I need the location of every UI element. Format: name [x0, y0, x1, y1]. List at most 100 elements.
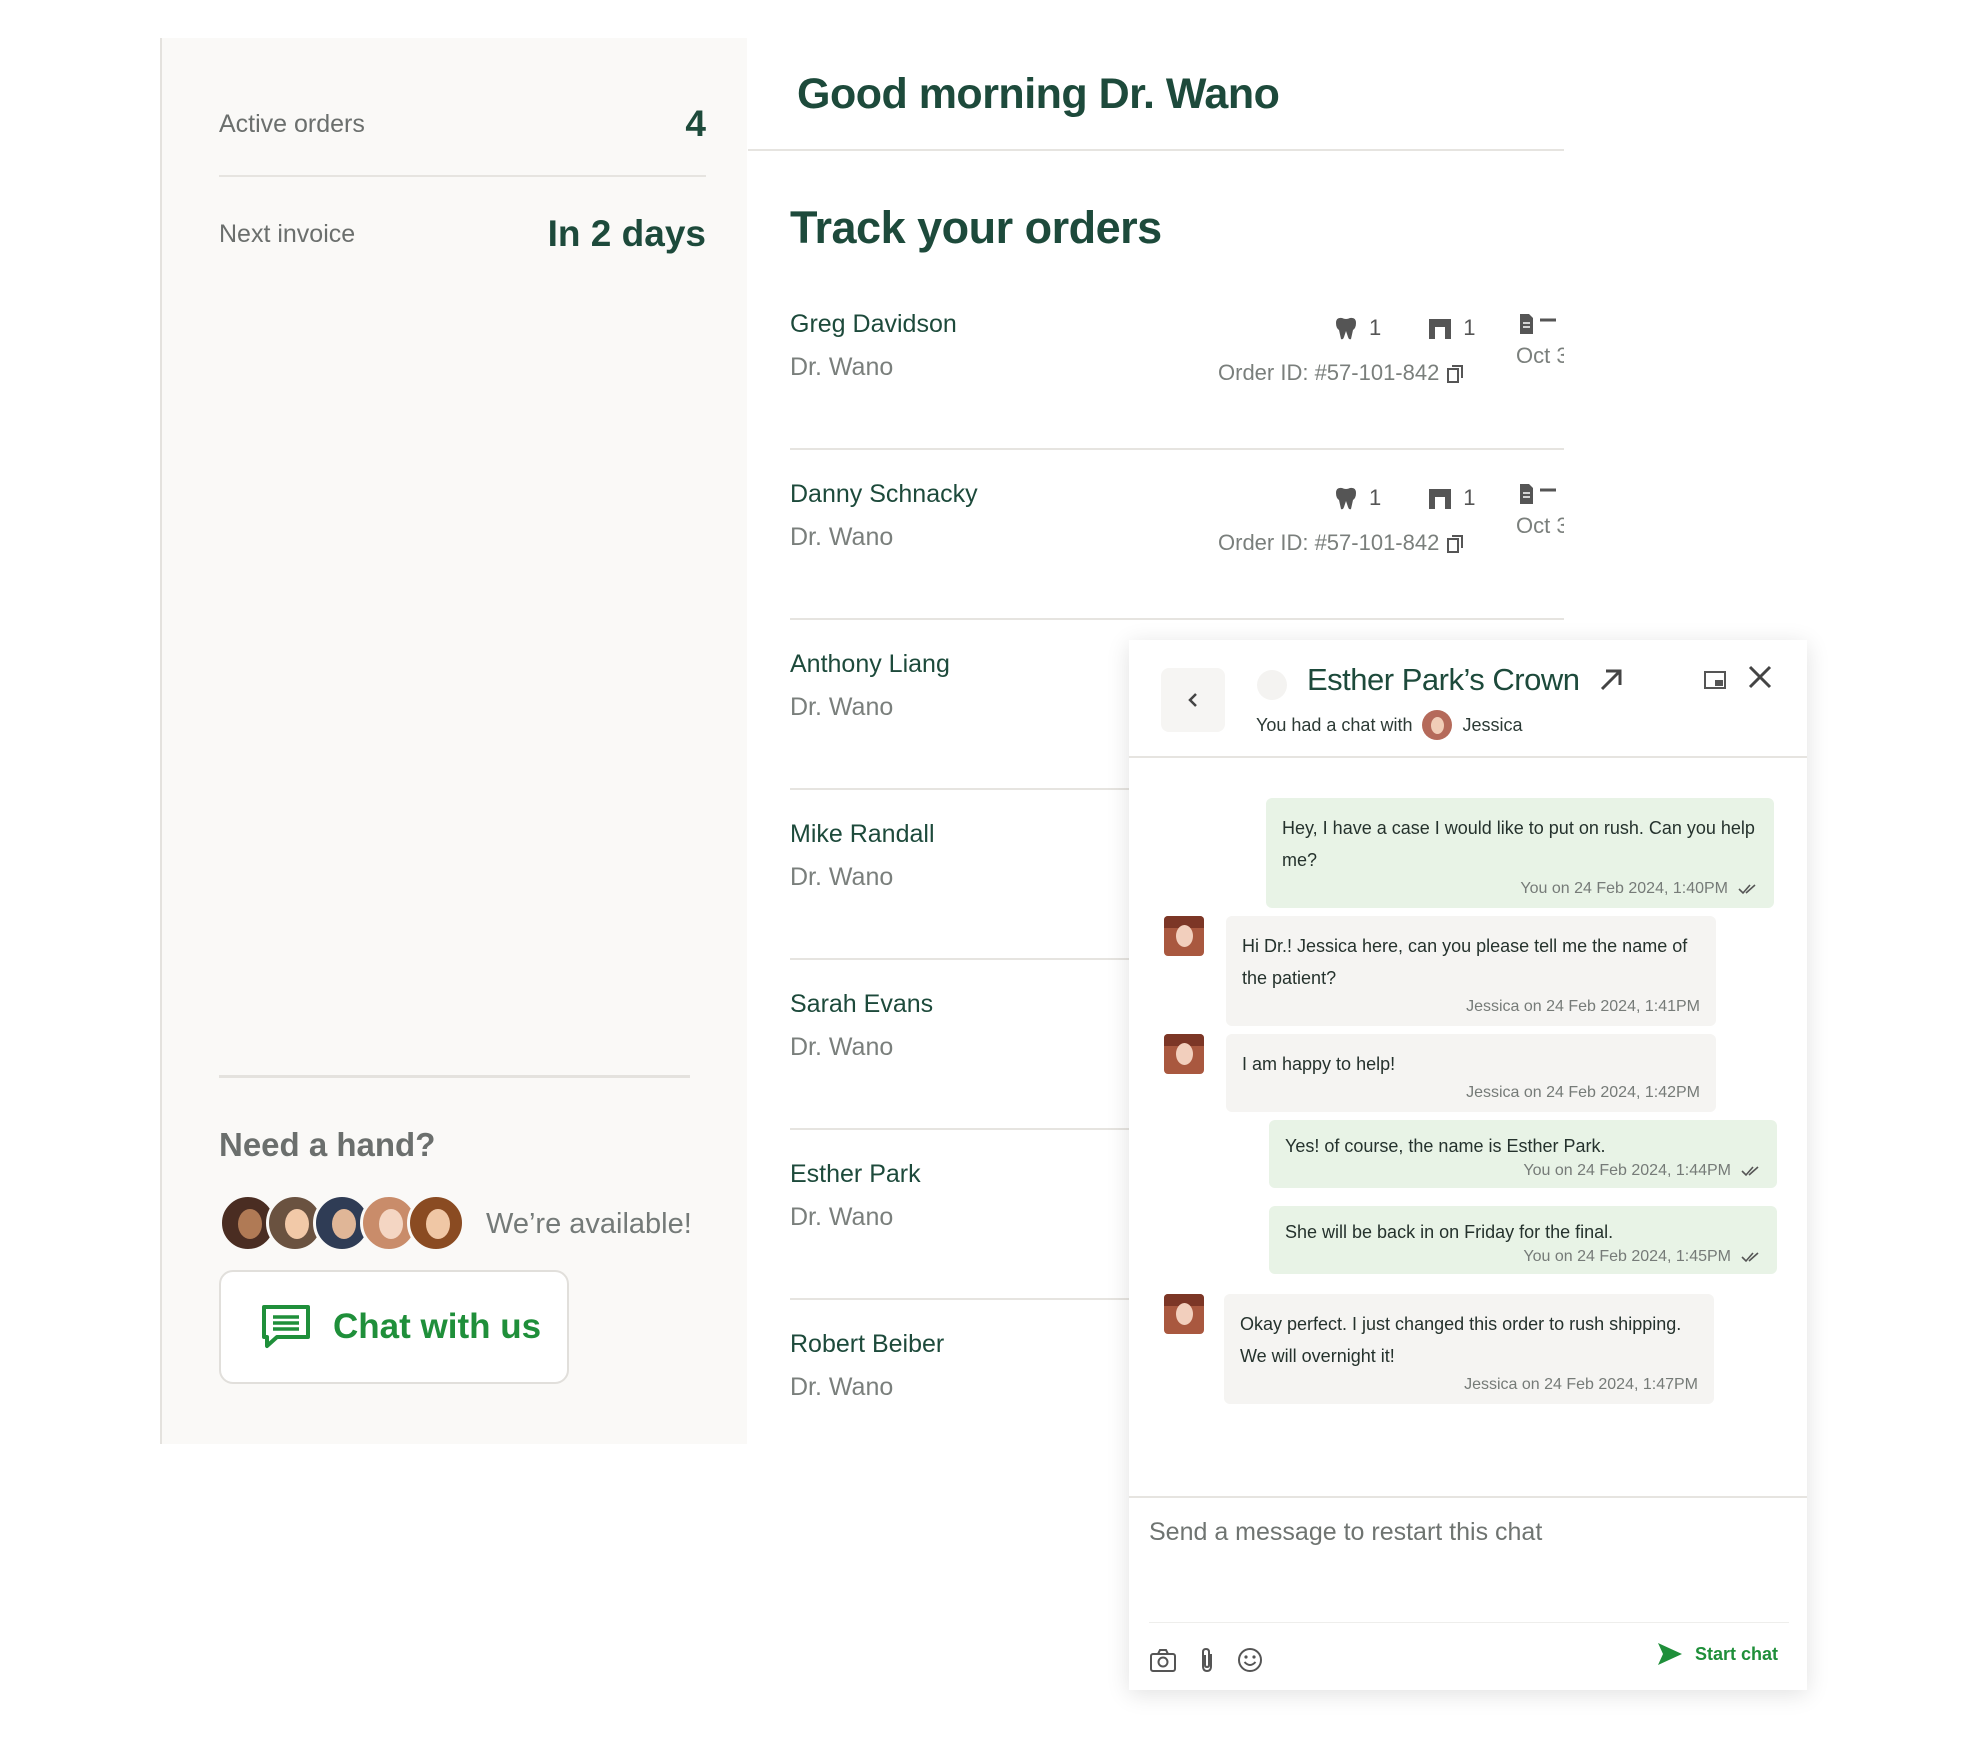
message-timestamp: You on 24 Feb 2024, 1:45PM [1285, 1248, 1761, 1266]
chat-subtitle: You had a chat with Jessica [1256, 710, 1523, 740]
agent-avatar [1164, 1034, 1204, 1074]
chevron-left-icon [1188, 693, 1197, 707]
start-chat-label: Start chat [1695, 1643, 1779, 1664]
order-doctor-name: Dr. Wano [790, 1033, 894, 1061]
chat-with-us-button[interactable]: Chat with us [219, 1270, 569, 1384]
message-text: Yes! of course, the name is Esther Park. [1285, 1136, 1606, 1156]
chat-with-us-label: Chat with us [333, 1307, 542, 1346]
message-composer: Start chat [1129, 1496, 1807, 1690]
chat-title: Esther Park’s Crown [1307, 662, 1580, 697]
order-doctor-name: Dr. Wano [790, 353, 894, 381]
message-timestamp: Jessica on 24 Feb 2024, 1:41PM [1466, 998, 1700, 1015]
read-receipt-icon [1741, 1252, 1759, 1262]
message-text: She will be back in on Friday for the fi… [1285, 1222, 1614, 1242]
bridge-icon [1429, 319, 1452, 339]
help-title: Need a hand? [219, 1126, 436, 1163]
active-orders-label: Active orders [219, 109, 365, 138]
agent-avatar [1422, 710, 1453, 740]
message-sent: Yes! of course, the name is Esther Park.… [1269, 1120, 1777, 1188]
bridge-count: 1 [1463, 315, 1476, 340]
order-patient-name: Esther Park [790, 1160, 921, 1188]
support-avatars [219, 1193, 465, 1253]
emoji-icon[interactable] [1236, 1646, 1264, 1674]
order-patient-name: Greg Davidson [790, 310, 957, 338]
message-stamp-text: You on 24 Feb 2024, 1:45PM [1523, 1248, 1731, 1265]
message-timestamp: Jessica on 24 Feb 2024, 1:42PM [1466, 1084, 1700, 1101]
tooth-icon [1336, 317, 1356, 340]
read-receipt-icon [1738, 884, 1756, 894]
message-stamp-text: You on 24 Feb 2024, 1:40PM [1520, 880, 1728, 897]
availability-text: We’re available! [486, 1208, 692, 1240]
back-button[interactable] [1161, 668, 1225, 732]
order-patient-name: Danny Schnacky [790, 480, 978, 508]
help-divider [219, 1075, 690, 1078]
close-icon[interactable] [1746, 663, 1774, 691]
order-date-text: Oct 3 [1516, 513, 1564, 538]
crown-count: 1 [1369, 315, 1382, 340]
camera-icon[interactable] [1149, 1646, 1177, 1674]
message-input[interactable] [1149, 1518, 1789, 1598]
message-list: Hey, I have a case I would like to put o… [1129, 760, 1807, 1496]
next-invoice-value: In 2 days [547, 213, 706, 254]
message-sent: Hey, I have a case I would like to put o… [1266, 798, 1774, 908]
document-icon [1520, 484, 1556, 504]
message-received: Okay perfect. I just changed this order … [1224, 1294, 1714, 1404]
paperclip-icon[interactable] [1193, 1646, 1221, 1674]
message-received: Hi Dr.! Jessica here, can you please tel… [1226, 916, 1716, 1026]
start-chat-button[interactable]: Start chat [1657, 1642, 1778, 1666]
send-icon [1658, 1643, 1682, 1665]
next-invoice-label: Next invoice [219, 219, 356, 248]
crown-count: 1 [1369, 485, 1382, 510]
document-icon [1520, 314, 1556, 334]
bridge-icon [1429, 489, 1452, 509]
order-date: Oct 3 [1516, 312, 1564, 369]
track-orders-title: Track your orders [790, 202, 1162, 253]
external-link-icon[interactable] [1597, 666, 1625, 694]
composer-divider [1149, 1622, 1789, 1623]
order-doctor-name: Dr. Wano [790, 1373, 894, 1401]
next-invoice-stat[interactable]: Next invoice In 2 days [219, 204, 706, 264]
message-sent: She will be back in on Friday for the fi… [1269, 1206, 1777, 1274]
chat-bubble-icon [262, 1305, 310, 1348]
order-row[interactable]: Greg Davidson Dr. Wano 1 1 Order ID: #57… [790, 280, 1564, 450]
order-patient-name: Sarah Evans [790, 990, 934, 1018]
order-doctor-name: Dr. Wano [790, 693, 894, 721]
order-doctor-name: Dr. Wano [790, 863, 894, 891]
crown-icon [1257, 670, 1287, 700]
read-receipt-icon [1741, 1166, 1759, 1176]
tooth-icon [1336, 487, 1356, 510]
order-doctor-name: Dr. Wano [790, 1203, 894, 1231]
minimize-icon[interactable] [1703, 668, 1727, 692]
message-text: Okay perfect. I just changed this order … [1240, 1314, 1682, 1366]
message-timestamp: You on 24 Feb 2024, 1:44PM [1285, 1162, 1761, 1180]
order-date: Oct 3 [1516, 482, 1564, 539]
order-counts: 1 1 [1333, 315, 1476, 341]
message-stamp-text: You on 24 Feb 2024, 1:44PM [1523, 1162, 1731, 1179]
active-orders-value: 4 [685, 103, 706, 144]
bridge-count: 1 [1463, 485, 1476, 510]
message-received: I am happy to help! Jessica on 24 Feb 20… [1226, 1034, 1716, 1112]
avatar [407, 1194, 465, 1252]
order-id: Order ID: #57-101-842 [1218, 360, 1464, 386]
copy-icon[interactable] [1447, 365, 1464, 384]
active-orders-stat[interactable]: Active orders 4 [219, 94, 706, 154]
order-id-text: Order ID: #57-101-842 [1218, 530, 1440, 555]
chat-header: Esther Park’s Crown You had a chat with … [1129, 640, 1807, 758]
order-date-text: Oct 3 [1516, 343, 1564, 368]
message-text: Hi Dr.! Jessica here, can you please tel… [1242, 936, 1688, 988]
order-id: Order ID: #57-101-842 [1218, 530, 1464, 556]
message-text: Hey, I have a case I would like to put o… [1282, 818, 1755, 870]
sidebar: Active orders 4 Next invoice In 2 days N… [160, 38, 747, 1444]
order-row[interactable]: Danny Schnacky Dr. Wano 1 1 Order ID: #5… [790, 450, 1564, 620]
order-doctor-name: Dr. Wano [790, 523, 894, 551]
agent-name: Jessica [1462, 714, 1523, 735]
greeting: Good morning Dr. Wano [797, 70, 1280, 118]
agent-avatar [1164, 916, 1204, 956]
copy-icon[interactable] [1447, 535, 1464, 554]
message-timestamp: You on 24 Feb 2024, 1:40PM [1282, 880, 1758, 898]
message-text: I am happy to help! [1242, 1054, 1396, 1074]
chat-window: Esther Park’s Crown You had a chat with … [1129, 640, 1807, 1690]
order-id-text: Order ID: #57-101-842 [1218, 360, 1440, 385]
order-patient-name: Mike Randall [790, 820, 935, 848]
greeting-divider [748, 149, 1564, 151]
